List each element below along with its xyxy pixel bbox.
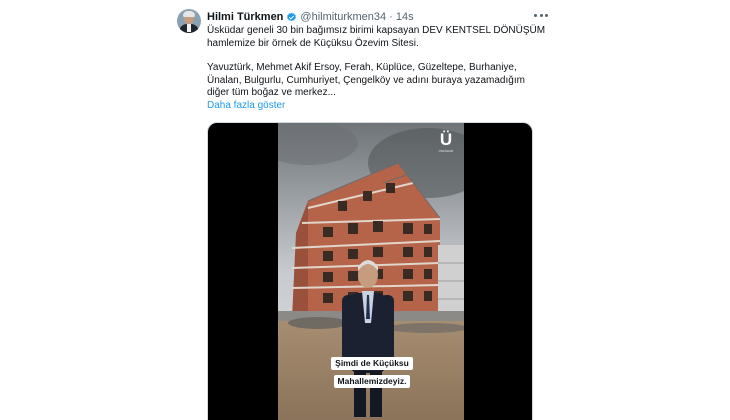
tweet-text-line: Üsküdar geneli 30 bin bağımsız birimi ka… — [207, 25, 546, 36]
tweet-text-line: Ünalan, Bulgurlu, Cumhuriyet, Çengelköy … — [207, 74, 525, 86]
subtitle-line: Şimdi de Küçüksu — [331, 357, 413, 370]
tweet-text-line: Yavuztürk, Mehmet Akif Ersoy, Ferah, Küp… — [207, 62, 517, 73]
channel-logo: Ü ÜSKÜDAR — [435, 130, 457, 154]
tweet-text-line: hamlemize bir örnek de Küçüksu Özevim Si… — [207, 37, 419, 49]
video-frame[interactable]: Ü ÜSKÜDAR Şimdi de Küçüksu Mahallemizdey… — [278, 123, 464, 420]
tweet-timestamp[interactable]: 14s — [396, 10, 414, 24]
show-more-link[interactable]: Daha fazla göster — [207, 100, 547, 113]
subtitle-line: Mahallemizdeyiz. — [333, 375, 411, 388]
tweet[interactable]: Hilmi Türkmen @hilmiturkmen34 · 14s Üskü… — [0, 0, 730, 420]
tweet-text: Üsküdar geneli 30 bin bağımsız birimi ka… — [207, 25, 547, 112]
logo-text: ÜSKÜDAR — [438, 149, 454, 153]
more-options-icon[interactable] — [534, 12, 548, 18]
logo-mark: Ü — [439, 130, 453, 149]
video-player[interactable]: Ü ÜSKÜDAR Şimdi de Küçüksu Mahallemizdey… — [207, 122, 533, 420]
separator-dot: · — [389, 11, 393, 23]
video-subtitle: Şimdi de Küçüksu Mahallemizdeyiz. — [322, 353, 422, 389]
verified-badge-icon — [287, 12, 297, 21]
avatar[interactable] — [177, 9, 201, 33]
tweet-header: Hilmi Türkmen @hilmiturkmen34 · 14s — [207, 9, 414, 25]
author-handle[interactable]: @hilmiturkmen34 — [300, 10, 386, 24]
author-name[interactable]: Hilmi Türkmen — [207, 10, 283, 24]
tweet-text-line: diğer tüm boğaz ve merkez... — [207, 87, 336, 98]
